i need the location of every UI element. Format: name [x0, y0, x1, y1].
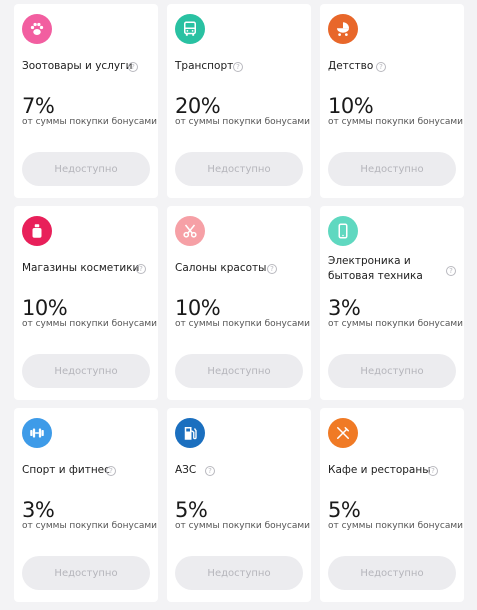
paw-icon — [22, 14, 52, 44]
bonus-percent: 3% — [22, 498, 55, 522]
bonus-description: от суммы покупки бонусами — [22, 521, 157, 531]
category-card-cafes: Кафе и рестораны ? 5% от суммы покупки б… — [320, 408, 464, 602]
bonus-description: от суммы покупки бонусами — [22, 117, 157, 127]
category-title: АЗС — [175, 464, 197, 476]
bonus-percent: 10% — [328, 94, 374, 118]
smartphone-icon — [328, 216, 358, 246]
bus-icon — [175, 14, 205, 44]
help-icon[interactable]: ? — [128, 62, 138, 72]
cutlery-icon — [328, 418, 358, 448]
bonus-percent: 3% — [328, 296, 361, 320]
unavailable-button[interactable]: Недоступно — [22, 556, 150, 590]
category-card-transport: Транспорт ? 20% от суммы покупки бонусам… — [167, 4, 311, 198]
bonus-description: от суммы покупки бонусами — [328, 319, 463, 329]
bonus-percent: 10% — [175, 296, 221, 320]
help-icon[interactable]: ? — [446, 266, 456, 276]
help-icon[interactable]: ? — [233, 62, 243, 72]
bonus-percent: 5% — [328, 498, 361, 522]
help-icon[interactable]: ? — [376, 62, 386, 72]
help-icon[interactable]: ? — [205, 466, 215, 476]
bonus-description: от суммы покупки бонусами — [328, 117, 463, 127]
fuel-pump-icon — [175, 418, 205, 448]
category-title: Магазины косметики — [22, 262, 140, 274]
help-icon[interactable]: ? — [428, 466, 438, 476]
category-card-electronics: Электроника и бытовая техника ? 3% от су… — [320, 206, 464, 400]
bonus-percent: 20% — [175, 94, 221, 118]
unavailable-button[interactable]: Недоступно — [22, 354, 150, 388]
bonus-description: от суммы покупки бонусами — [175, 319, 310, 329]
category-title: Спорт и фитнес — [22, 464, 110, 476]
unavailable-button[interactable]: Недоступно — [328, 152, 456, 186]
category-title: Электроника и бытовая техника — [328, 255, 423, 282]
stroller-icon — [328, 14, 358, 44]
category-card-childhood: Детство ? 10% от суммы покупки бонусами … — [320, 4, 464, 198]
bonus-percent: 5% — [175, 498, 208, 522]
category-title: Зоотовары и услуги — [22, 60, 133, 72]
bonus-description: от суммы покупки бонусами — [328, 521, 463, 531]
perfume-icon — [22, 216, 52, 246]
bonus-percent: 7% — [22, 94, 55, 118]
bonus-description: от суммы покупки бонусами — [175, 117, 310, 127]
unavailable-button[interactable]: Недоступно — [328, 354, 456, 388]
help-icon[interactable]: ? — [267, 264, 277, 274]
unavailable-button[interactable]: Недоступно — [175, 152, 303, 186]
bonus-categories-grid: Зоотовары и услуги ? 7% от суммы покупки… — [0, 0, 477, 610]
bonus-description: от суммы покупки бонусами — [22, 319, 157, 329]
unavailable-button[interactable]: Недоступно — [175, 556, 303, 590]
bonus-percent: 10% — [22, 296, 68, 320]
scissors-icon — [175, 216, 205, 246]
bonus-description: от суммы покупки бонусами — [175, 521, 310, 531]
unavailable-button[interactable]: Недоступно — [328, 556, 456, 590]
unavailable-button[interactable]: Недоступно — [175, 354, 303, 388]
dumbbell-icon — [22, 418, 52, 448]
category-card-sport: Спорт и фитнес ? 3% от суммы покупки бон… — [14, 408, 158, 602]
category-card-beauty-salons: Салоны красоты ? 10% от суммы покупки бо… — [167, 206, 311, 400]
category-card-gas-stations: АЗС ? 5% от суммы покупки бонусами Недос… — [167, 408, 311, 602]
help-icon[interactable]: ? — [136, 264, 146, 274]
help-icon[interactable]: ? — [106, 466, 116, 476]
category-title: Детство — [328, 60, 374, 72]
category-card-pets: Зоотовары и услуги ? 7% от суммы покупки… — [14, 4, 158, 198]
unavailable-button[interactable]: Недоступно — [22, 152, 150, 186]
category-card-cosmetics: Магазины косметики ? 10% от суммы покупк… — [14, 206, 158, 400]
